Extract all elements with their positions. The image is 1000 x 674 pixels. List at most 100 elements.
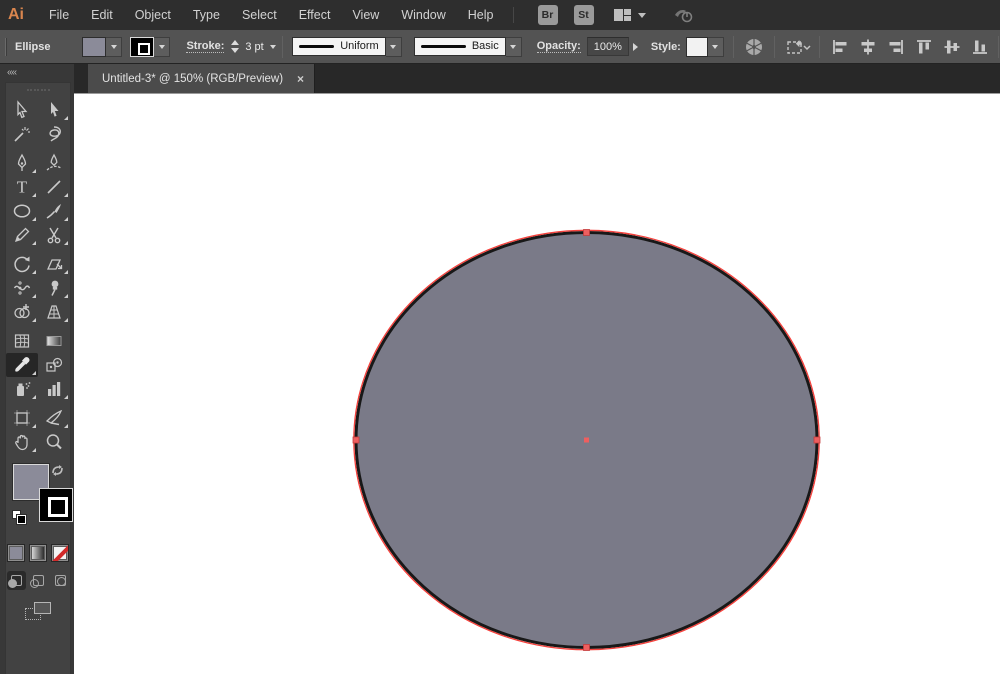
stroke-color-control[interactable]	[130, 36, 171, 57]
opacity-panel-link[interactable]: Opacity:	[536, 40, 581, 53]
shape-builder-tool[interactable]	[6, 300, 38, 324]
menu-window[interactable]: Window	[390, 0, 456, 30]
rotate-tool[interactable]	[6, 252, 38, 276]
menu-help[interactable]: Help	[457, 0, 505, 30]
screen-mode-button[interactable]	[25, 602, 51, 620]
stock-button[interactable]: St	[573, 5, 594, 25]
fill-stroke-controls	[6, 462, 73, 534]
select-similar-objects-icon[interactable]	[785, 37, 811, 57]
zoom-tool[interactable]	[38, 430, 70, 454]
variable-width-profile-control[interactable]: Uniform	[291, 36, 402, 57]
anchor-point[interactable]	[352, 436, 360, 444]
svg-text:T: T	[17, 178, 28, 197]
stroke-weight-stepper[interactable]	[231, 37, 240, 57]
artboard-canvas[interactable]	[74, 94, 1000, 674]
color-button[interactable]	[7, 544, 25, 562]
anchor-point[interactable]	[583, 644, 590, 651]
horizontal-align-right-icon[interactable]	[884, 36, 908, 58]
shaper-tool[interactable]	[6, 223, 38, 247]
recolor-artwork-icon[interactable]	[744, 37, 764, 57]
brush-chevron-icon[interactable]	[505, 36, 522, 57]
fill-color-control[interactable]	[82, 36, 123, 57]
document-tab[interactable]: Untitled-3* @ 150% (RGB/Preview) ×	[88, 64, 316, 93]
gradient-button[interactable]	[29, 544, 47, 562]
magic-wand-tool[interactable]	[6, 122, 38, 146]
menu-view[interactable]: View	[341, 0, 390, 30]
collapse-panel-icon[interactable]: ««	[0, 64, 74, 78]
slice-tool[interactable]	[38, 406, 70, 430]
center-point[interactable]	[584, 437, 589, 443]
bridge-button[interactable]: Br	[537, 5, 558, 25]
selection-tool[interactable]	[6, 98, 38, 122]
menu-select[interactable]: Select	[231, 0, 288, 30]
drawing-mode-buttons	[6, 571, 70, 590]
draw-behind-button[interactable]	[29, 571, 48, 590]
opacity-chevron-icon[interactable]	[632, 42, 638, 51]
none-button[interactable]	[51, 544, 69, 562]
fill-chevron-icon[interactable]	[106, 36, 123, 57]
ellipse-tool[interactable]	[6, 199, 38, 223]
vertical-align-top-icon[interactable]	[912, 36, 936, 58]
gradient-tool[interactable]	[38, 329, 70, 353]
menu-effect[interactable]: Effect	[288, 0, 342, 30]
menu-edit[interactable]: Edit	[80, 0, 124, 30]
column-graph-tool[interactable]	[38, 377, 70, 401]
artboard-tool[interactable]	[6, 406, 38, 430]
direct-selection-tool[interactable]	[38, 98, 70, 122]
tab-close-icon[interactable]: ×	[297, 72, 304, 86]
draw-normal-button[interactable]	[6, 571, 26, 590]
mesh-tool[interactable]	[6, 329, 38, 353]
stroke-color-swatch[interactable]	[130, 36, 155, 57]
hand-tool[interactable]	[6, 430, 38, 454]
curvature-tool[interactable]	[38, 151, 70, 175]
blend-tool[interactable]	[38, 353, 70, 377]
illustrator-logo: Ai	[8, 6, 24, 23]
lasso-tool[interactable]	[38, 122, 70, 146]
stroke-panel-link[interactable]: Stroke:	[186, 40, 225, 53]
draw-inside-button[interactable]	[51, 571, 70, 590]
scale-tool[interactable]	[38, 252, 70, 276]
graphic-style-swatch[interactable]	[685, 36, 708, 57]
vertical-align-bottom-icon[interactable]	[968, 36, 992, 58]
line-segment-tool[interactable]	[38, 175, 70, 199]
width-profile-value: Uniform	[340, 40, 379, 52]
menu-object[interactable]: Object	[124, 0, 182, 30]
anchor-point[interactable]	[813, 436, 821, 444]
width-tool[interactable]	[6, 276, 38, 300]
paintbrush-tool[interactable]	[38, 199, 70, 223]
stroke-weight-chevron-icon[interactable]	[269, 37, 276, 57]
controlbar-grip[interactable]	[5, 37, 7, 56]
menubar-divider	[512, 7, 514, 23]
anchor-point[interactable]	[583, 229, 590, 236]
pen-tool[interactable]	[6, 151, 38, 175]
symbol-sprayer-tool[interactable]	[6, 377, 38, 401]
stroke-swatch[interactable]	[39, 488, 73, 522]
menu-bar: Ai File Edit Object Type Select Effect View Win…	[0, 0, 1000, 30]
chevron-down-icon[interactable]	[637, 12, 646, 18]
opacity-field[interactable]: 100%	[586, 37, 629, 56]
workspace-switcher-icon[interactable]	[613, 9, 631, 21]
menu-type[interactable]: Type	[182, 0, 231, 30]
swap-fill-stroke-icon[interactable]	[51, 464, 64, 477]
fill-color-swatch[interactable]	[82, 36, 107, 57]
scissors-tool[interactable]	[38, 223, 70, 247]
stroke-chevron-icon[interactable]	[154, 36, 171, 57]
ellipse-shape[interactable]	[74, 94, 1000, 674]
width-profile-chevron-icon[interactable]	[385, 36, 402, 57]
default-fill-stroke-icon[interactable]	[12, 510, 27, 525]
stroke-weight-value[interactable]: 3 pt	[245, 41, 263, 53]
type-tool[interactable]: T	[6, 175, 38, 199]
eyedropper-tool[interactable]	[6, 353, 38, 377]
horizontal-align-left-icon[interactable]	[828, 36, 852, 58]
puppet-warp-tool[interactable]	[38, 276, 70, 300]
graphic-style-control[interactable]	[685, 36, 724, 57]
brush-definition-control[interactable]: Basic	[413, 36, 522, 57]
style-chevron-icon[interactable]	[707, 36, 724, 57]
menu-file[interactable]: File	[38, 0, 80, 30]
vertical-align-center-icon[interactable]	[940, 36, 964, 58]
touch-workspace-icon[interactable]	[672, 6, 694, 24]
panel-grip[interactable]	[6, 86, 70, 94]
horizontal-align-center-icon[interactable]	[856, 36, 880, 58]
perspective-grid-tool[interactable]	[38, 300, 70, 324]
tools-panel: «« T	[0, 64, 74, 674]
